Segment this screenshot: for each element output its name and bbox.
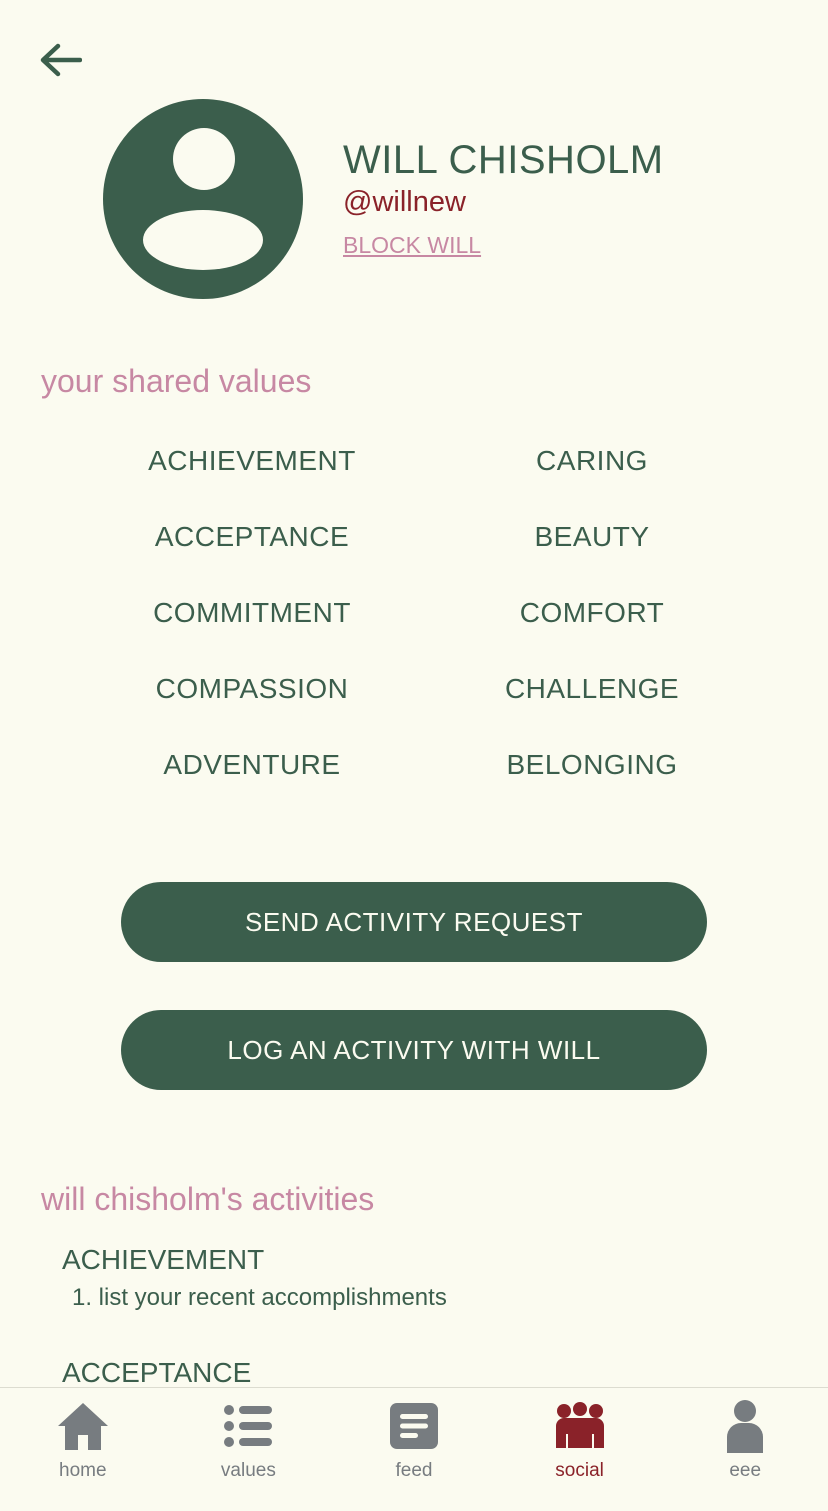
- nav-item-social[interactable]: social: [497, 1388, 663, 1511]
- shared-value-item: CARING: [536, 445, 648, 476]
- nav-item-values[interactable]: values: [166, 1388, 332, 1511]
- activity-list-item: 1. list your recent accomplishments: [72, 1284, 447, 1311]
- profile-page: WILL CHISHOLM @willnew BLOCK WILL your s…: [0, 0, 828, 1511]
- nav-label: social: [555, 1460, 604, 1481]
- shared-value-item: COMMITMENT: [153, 597, 351, 628]
- shared-value-item: ACHIEVEMENT: [148, 445, 356, 476]
- nav-label: feed: [395, 1460, 433, 1481]
- shared-values-grid: ACHIEVEMENT CARING ACCEPTANCE BEAUTY COM…: [82, 440, 762, 820]
- home-icon: [55, 1398, 111, 1454]
- arrow-left-icon: [40, 43, 82, 77]
- nav-label: values: [220, 1460, 276, 1481]
- feed-icon: [386, 1398, 442, 1454]
- bottom-nav: home values feed social eee: [0, 1387, 828, 1511]
- shared-values-title: your shared values: [41, 363, 312, 399]
- shared-value-item: COMPASSION: [155, 673, 349, 704]
- nav-label: home: [59, 1460, 107, 1481]
- profile-handle: @willnew: [343, 186, 466, 218]
- user-avatar-icon: [103, 99, 303, 299]
- send-activity-request-button[interactable]: SEND ACTIVITY REQUEST: [121, 882, 707, 962]
- nav-item-home[interactable]: home: [0, 1388, 166, 1511]
- nav-label: eee: [729, 1460, 762, 1481]
- shared-value-item: BEAUTY: [534, 521, 650, 552]
- group-icon: [552, 1398, 608, 1454]
- shared-value-item: ACCEPTANCE: [154, 521, 350, 552]
- shared-value-item: BELONGING: [506, 749, 678, 780]
- activity-group-heading: ACHIEVEMENT: [62, 1244, 265, 1275]
- list-icon: [220, 1398, 276, 1454]
- avatar-body: [143, 210, 263, 270]
- profile-name: WILL CHISHOLM: [343, 138, 664, 182]
- avatar-head: [173, 128, 235, 190]
- shared-value-item: CHALLENGE: [504, 673, 680, 704]
- nav-item-feed[interactable]: feed: [331, 1388, 497, 1511]
- nav-item-profile[interactable]: eee: [662, 1388, 828, 1511]
- shared-value-item: COMFORT: [519, 597, 665, 628]
- block-user-link[interactable]: BLOCK WILL: [343, 232, 481, 259]
- activities-title: will chisholm's activities: [41, 1181, 375, 1217]
- person-icon: [717, 1398, 773, 1454]
- activity-group-heading: ACCEPTANCE: [62, 1357, 252, 1388]
- shared-value-item: ADVENTURE: [163, 749, 341, 780]
- log-activity-button[interactable]: LOG AN ACTIVITY WITH WILL: [121, 1010, 707, 1090]
- back-button[interactable]: [36, 38, 84, 82]
